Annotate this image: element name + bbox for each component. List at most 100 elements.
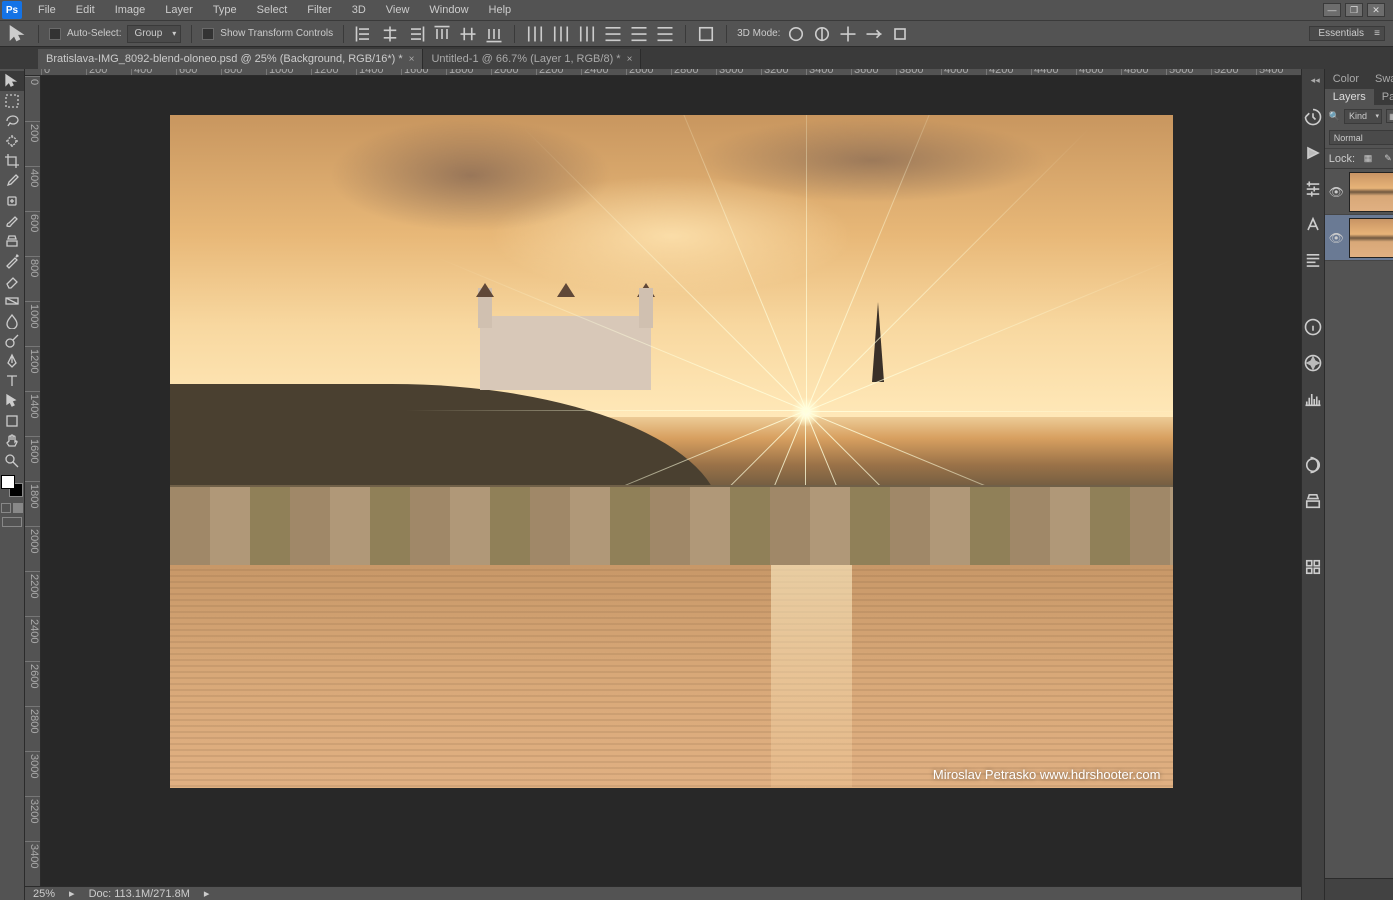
- marquee-tool[interactable]: [0, 91, 24, 111]
- screen-mode-toggle[interactable]: [2, 517, 22, 527]
- path-select-tool[interactable]: [0, 391, 24, 411]
- menu-file[interactable]: File: [28, 2, 66, 18]
- blur-tool[interactable]: [0, 311, 24, 331]
- hand-tool[interactable]: [0, 431, 24, 451]
- tab-close-icon[interactable]: ×: [627, 54, 633, 65]
- distribute-h-icon[interactable]: [525, 24, 545, 44]
- navigator-panel-icon[interactable]: [1303, 354, 1323, 372]
- layer-row[interactable]: 👁 Layer 1: [1325, 169, 1393, 215]
- distribute-h2-icon[interactable]: [551, 24, 571, 44]
- maximize-button[interactable]: ❐: [1345, 3, 1363, 17]
- history-panel-icon[interactable]: [1303, 108, 1323, 126]
- menu-filter[interactable]: Filter: [297, 2, 341, 18]
- menu-window[interactable]: Window: [419, 2, 478, 18]
- menu-edit[interactable]: Edit: [66, 2, 105, 18]
- 3d-slide-icon[interactable]: [864, 24, 884, 44]
- lock-transparency-icon[interactable]: ▦: [1361, 152, 1375, 166]
- clone-source-icon[interactable]: [1303, 492, 1323, 510]
- auto-align-icon[interactable]: [696, 24, 716, 44]
- move-tool-icon[interactable]: [8, 24, 28, 44]
- color-swatch[interactable]: [1, 475, 23, 497]
- eyedropper-tool[interactable]: [0, 171, 24, 191]
- visibility-toggle-icon[interactable]: 👁: [1329, 231, 1343, 245]
- document-tab-active[interactable]: Bratislava-IMG_8092-blend-oloneo.psd @ 2…: [38, 49, 423, 69]
- distribute-v-icon[interactable]: [603, 24, 623, 44]
- horizontal-ruler[interactable]: 0200400600800100012001400160018002000220…: [25, 69, 1301, 76]
- tab-paths[interactable]: Paths: [1374, 89, 1393, 105]
- distribute-v2-icon[interactable]: [629, 24, 649, 44]
- auto-select-target[interactable]: Group: [127, 25, 181, 43]
- tab-layers[interactable]: Layers: [1325, 89, 1374, 105]
- properties-panel-icon[interactable]: [1303, 180, 1323, 198]
- tab-color[interactable]: Color: [1325, 71, 1367, 87]
- menu-type[interactable]: Type: [203, 2, 247, 18]
- show-transform-checkbox[interactable]: [202, 28, 214, 40]
- menu-view[interactable]: View: [376, 2, 420, 18]
- brush-tool[interactable]: [0, 211, 24, 231]
- 3d-roll-icon[interactable]: [812, 24, 832, 44]
- paragraph-panel-icon[interactable]: [1303, 252, 1323, 270]
- right-panel-column: ◂◂ Color Swatches Adjustments Styles ▾≡: [1301, 69, 1393, 900]
- document-tab-inactive[interactable]: Untitled-1 @ 66.7% (Layer 1, RGB/8) * ×: [423, 49, 641, 69]
- move-tool[interactable]: [0, 71, 24, 91]
- brush-presets-icon[interactable]: [1303, 456, 1323, 474]
- history-brush-tool[interactable]: [0, 251, 24, 271]
- tab-close-icon[interactable]: ×: [409, 54, 415, 65]
- status-arrow-icon[interactable]: ▸: [204, 887, 210, 900]
- shape-tool[interactable]: [0, 411, 24, 431]
- tab-swatches[interactable]: Swatches: [1367, 71, 1393, 87]
- zoom-level[interactable]: 25%: [33, 888, 55, 900]
- workspace-selector[interactable]: Essentials: [1309, 26, 1385, 41]
- info-panel-icon[interactable]: [1303, 318, 1323, 336]
- document-canvas[interactable]: Miroslav Petrasko www.hdrshooter.com: [41, 76, 1301, 886]
- pen-tool[interactable]: [0, 351, 24, 371]
- lasso-tool[interactable]: [0, 111, 24, 131]
- gradient-tool[interactable]: [0, 291, 24, 311]
- align-vcenter-icon[interactable]: [458, 24, 478, 44]
- menu-help[interactable]: Help: [479, 2, 522, 18]
- align-left-icon[interactable]: [354, 24, 374, 44]
- align-top-icon[interactable]: [432, 24, 452, 44]
- layer-thumbnail[interactable]: [1349, 172, 1393, 212]
- status-arrow-icon[interactable]: ▸: [69, 887, 75, 900]
- blend-mode-select[interactable]: Normal: [1329, 130, 1393, 145]
- type-tool[interactable]: [0, 371, 24, 391]
- 3d-scale-icon[interactable]: [890, 24, 910, 44]
- quick-select-tool[interactable]: [0, 131, 24, 151]
- auto-select-checkbox[interactable]: [49, 28, 61, 40]
- menu-select[interactable]: Select: [247, 2, 298, 18]
- expand-panels-icon[interactable]: ◂◂: [1311, 75, 1324, 86]
- character-panel-icon[interactable]: [1303, 216, 1323, 234]
- lock-image-icon[interactable]: ✎: [1381, 152, 1393, 166]
- filter-pixel-icon[interactable]: ▦: [1386, 109, 1393, 123]
- crop-tool[interactable]: [0, 151, 24, 171]
- clone-stamp-tool[interactable]: [0, 231, 24, 251]
- layer-thumbnail[interactable]: [1349, 218, 1393, 258]
- brush-panel-icon[interactable]: [1303, 558, 1323, 576]
- layer-row[interactable]: 👁 Background 🔒: [1325, 215, 1393, 261]
- dodge-tool[interactable]: [0, 331, 24, 351]
- 3d-pan-icon[interactable]: [838, 24, 858, 44]
- eraser-tool[interactable]: [0, 271, 24, 291]
- align-bottom-icon[interactable]: [484, 24, 504, 44]
- visibility-toggle-icon[interactable]: 👁: [1329, 185, 1343, 199]
- actions-panel-icon[interactable]: [1303, 144, 1323, 162]
- minimize-button[interactable]: —: [1323, 3, 1341, 17]
- align-right-icon[interactable]: [406, 24, 426, 44]
- menu-layer[interactable]: Layer: [155, 2, 203, 18]
- quick-mask-toggle[interactable]: [1, 503, 23, 513]
- healing-brush-tool[interactable]: [0, 191, 24, 211]
- distribute-v3-icon[interactable]: [655, 24, 675, 44]
- close-button[interactable]: ✕: [1367, 3, 1385, 17]
- menu-image[interactable]: Image: [105, 2, 156, 18]
- vertical-ruler[interactable]: 0200400600800100012001400160018002000220…: [25, 76, 41, 886]
- foreground-color[interactable]: [1, 475, 15, 489]
- histogram-panel-icon[interactable]: [1303, 390, 1323, 408]
- zoom-tool[interactable]: [0, 451, 24, 471]
- doc-size[interactable]: Doc: 113.1M/271.8M: [89, 888, 190, 900]
- filter-kind-select[interactable]: Kind: [1344, 109, 1382, 124]
- menu-3d[interactable]: 3D: [342, 2, 376, 18]
- distribute-h3-icon[interactable]: [577, 24, 597, 44]
- align-hcenter-icon[interactable]: [380, 24, 400, 44]
- 3d-orbit-icon[interactable]: [786, 24, 806, 44]
